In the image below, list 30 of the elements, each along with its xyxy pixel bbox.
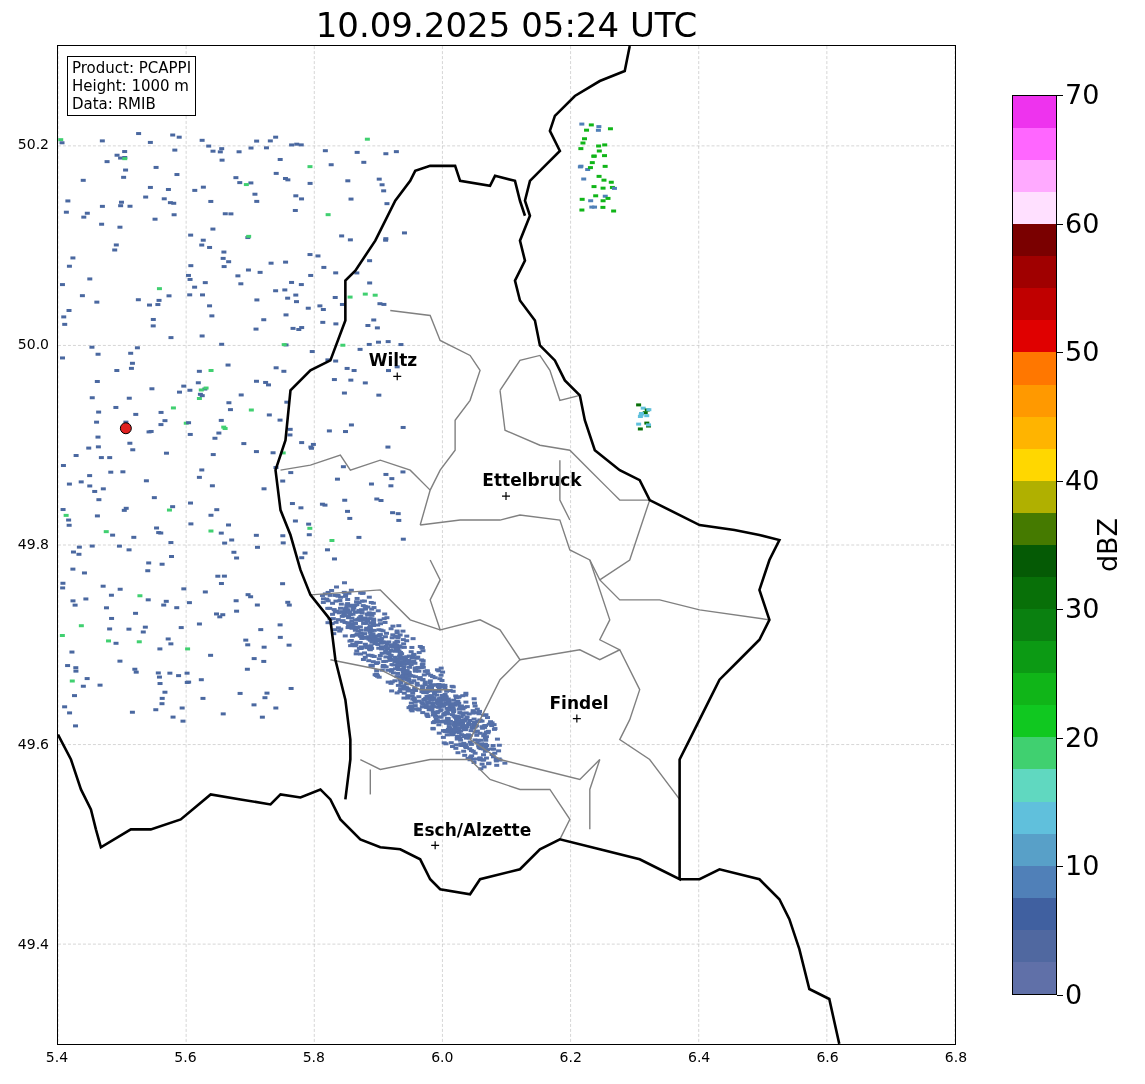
scale-tick-label: 70 [1065, 80, 1100, 110]
chart-title: 10.09.2025 05:24 UTC [314, 3, 699, 45]
scale-tick-label: 0 [1065, 980, 1083, 1010]
place-label: Wiltz [368, 350, 418, 370]
place-label: Ettelbruck [482, 470, 582, 490]
x-tick-label: 6.4 [688, 1049, 711, 1065]
scale-tick-label: 10 [1065, 851, 1100, 882]
scale-unit-label: dBZ [1091, 517, 1123, 573]
scale-tick-label: 20 [1065, 722, 1100, 753]
x-tick-label: 6.8 [944, 1049, 968, 1065]
y-tick-label: 50.0 [17, 336, 49, 352]
y-tick-label: 49.6 [17, 736, 49, 752]
scale-tick-label: 30 [1065, 594, 1100, 625]
y-tick-label: 49.4 [17, 936, 49, 952]
place-label: Esch/Alzette [412, 820, 532, 840]
x-tick-label: 6.2 [559, 1049, 582, 1065]
y-tick-label: 50.2 [17, 136, 49, 152]
x-tick-label: 6.0 [431, 1049, 454, 1065]
x-tick-label: 6.6 [816, 1049, 839, 1065]
legend-text: Product: PCAPPI [72, 59, 192, 77]
scale-tick-label: 40 [1065, 465, 1100, 496]
x-tick-label: 5.8 [302, 1049, 325, 1065]
x-tick-label: 5.4 [45, 1049, 69, 1065]
y-tick-label: 49.8 [17, 536, 49, 552]
legend-text: Data: RMIB [72, 95, 157, 113]
scale-tick-label: 50 [1065, 337, 1100, 368]
scale-tick-label: 60 [1065, 208, 1100, 239]
legend-text: Height: 1000 m [72, 77, 190, 95]
place-label: Findel [549, 693, 609, 713]
x-tick-label: 5.6 [174, 1049, 197, 1065]
